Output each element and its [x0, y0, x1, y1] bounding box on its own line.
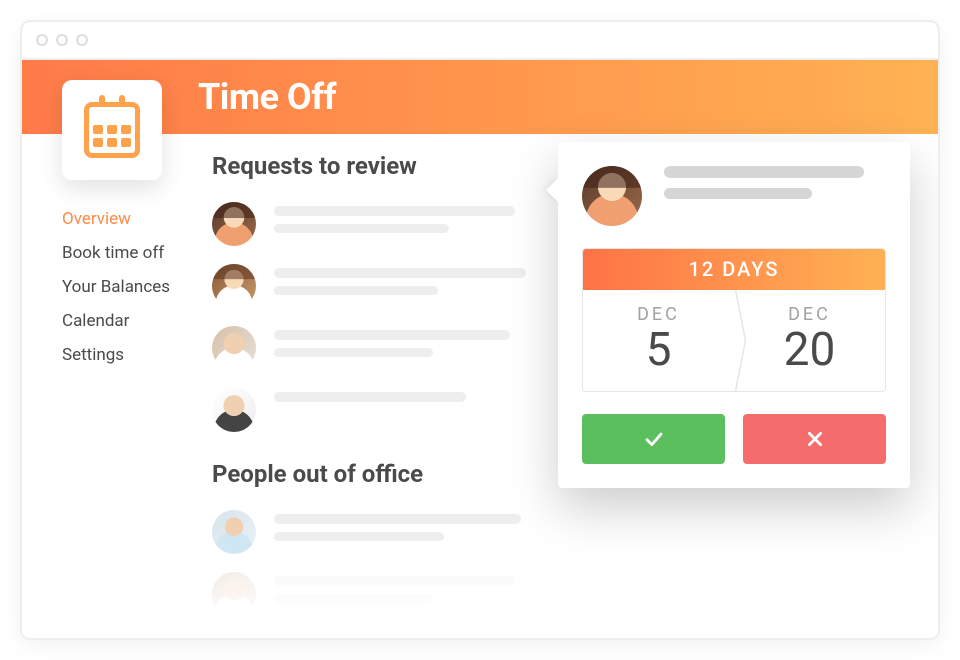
avatar	[212, 202, 256, 246]
main-content: Requests to review	[212, 152, 548, 638]
request-placeholder-text	[274, 264, 548, 303]
app-window: Time Off Overview Book time off Your Bal…	[20, 20, 940, 640]
sidebar: Overview Book time off Your Balances Cal…	[62, 80, 192, 372]
request-row[interactable]	[212, 264, 548, 308]
callout-arrow-icon	[546, 176, 560, 204]
sidebar-item-settings[interactable]: Settings	[62, 338, 192, 372]
request-row[interactable]	[212, 326, 548, 370]
end-day: 20	[734, 327, 885, 373]
action-row	[582, 414, 886, 464]
people-out-heading: People out of office	[212, 460, 548, 488]
requests-to-review-heading: Requests to review	[212, 152, 548, 180]
start-day: 5	[583, 327, 734, 373]
request-placeholder-text	[274, 326, 548, 365]
out-placeholder-text	[274, 510, 548, 549]
date-range-card: 12 DAYS DEC 5 DEC 20	[582, 248, 886, 392]
window-minimize-dot[interactable]	[56, 34, 68, 46]
end-date: DEC 20	[734, 290, 885, 391]
sidebar-item-your-balances[interactable]: Your Balances	[62, 270, 192, 304]
end-month: DEC	[734, 304, 885, 325]
date-separator-icon	[734, 290, 735, 391]
detail-header	[582, 166, 886, 226]
check-icon	[640, 425, 668, 453]
calendar-icon	[84, 102, 140, 158]
sidebar-nav: Overview Book time off Your Balances Cal…	[62, 202, 192, 372]
avatar	[212, 388, 256, 432]
duration-label: 12 DAYS	[583, 249, 885, 290]
sidebar-item-book-time-off[interactable]: Book time off	[62, 236, 192, 270]
request-placeholder-text	[274, 388, 548, 410]
module-icon-card	[62, 80, 162, 180]
start-month: DEC	[583, 304, 734, 325]
detail-placeholder-text	[664, 166, 864, 209]
approve-button[interactable]	[582, 414, 725, 464]
reject-button[interactable]	[743, 414, 886, 464]
window-close-dot[interactable]	[36, 34, 48, 46]
close-icon	[801, 425, 829, 453]
sidebar-item-overview[interactable]: Overview	[62, 202, 192, 236]
window-zoom-dot[interactable]	[76, 34, 88, 46]
avatar	[212, 510, 256, 554]
avatar	[212, 326, 256, 370]
page-title: Time Off	[198, 76, 336, 118]
avatar	[582, 166, 642, 226]
out-placeholder-text	[274, 572, 548, 611]
avatar	[212, 572, 256, 616]
request-placeholder-text	[274, 202, 548, 241]
start-date: DEC 5	[583, 290, 734, 391]
request-detail-card: 12 DAYS DEC 5 DEC 20	[558, 142, 910, 488]
avatar	[212, 264, 256, 308]
window-titlebar	[22, 22, 938, 60]
out-of-office-row[interactable]	[212, 572, 548, 616]
request-row[interactable]	[212, 202, 548, 246]
request-row[interactable]	[212, 388, 548, 432]
out-of-office-row[interactable]	[212, 510, 548, 554]
sidebar-item-calendar[interactable]: Calendar	[62, 304, 192, 338]
